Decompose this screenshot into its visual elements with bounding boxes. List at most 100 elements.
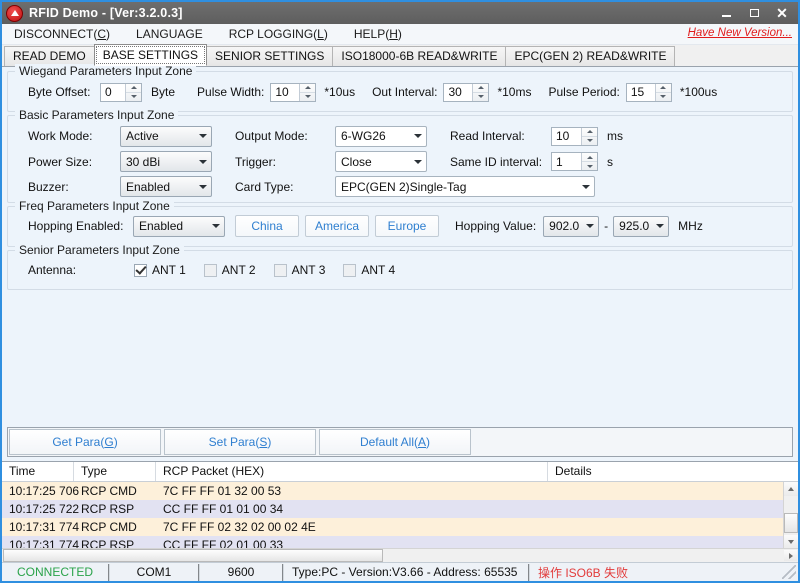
log-column-type[interactable]: Type <box>74 462 156 481</box>
chevron-down-icon[interactable] <box>582 217 598 236</box>
log-header-row: Time Type RCP Packet (HEX) Details <box>2 462 798 482</box>
tab-read-demo[interactable]: READ DEMO <box>4 46 95 66</box>
chevron-down-icon[interactable] <box>195 177 211 196</box>
region-europe-button[interactable]: Europe <box>375 215 439 237</box>
byte-offset-stepper[interactable] <box>100 82 142 102</box>
pulse-width-input[interactable] <box>271 83 300 101</box>
log-vertical-scrollbar[interactable] <box>783 482 798 549</box>
checkbox-icon[interactable] <box>273 263 287 277</box>
pulse-width-stepper[interactable] <box>270 82 317 102</box>
antenna-4-label: ANT 4 <box>361 263 396 277</box>
power-size-value: 30 dBi <box>126 154 161 169</box>
log-column-packet[interactable]: RCP Packet (HEX) <box>156 462 548 481</box>
set-para-button[interactable]: Set Para(S) <box>164 429 316 455</box>
chevron-down-icon[interactable] <box>195 127 211 146</box>
hopping-max-value: 925.0 <box>619 219 650 233</box>
menu-item-rcp-logging[interactable]: RCP LOGGING(L) <box>229 27 328 41</box>
hscroll-thumb[interactable] <box>3 549 383 562</box>
log-horizontal-scrollbar[interactable] <box>2 548 798 562</box>
tab-senior-settings[interactable]: SENIOR SETTINGS <box>206 46 334 66</box>
card-type-select[interactable]: EPC(GEN 2)Single-Tag <box>335 176 595 197</box>
antenna-3-checkbox[interactable]: ANT 3 <box>273 263 325 277</box>
same-id-interval-arrows[interactable] <box>581 153 597 170</box>
scroll-up-icon[interactable] <box>784 482 798 496</box>
hopping-min-select[interactable]: 902.0 <box>543 215 600 237</box>
tab-iso18000-6b[interactable]: ISO18000-6B READ&WRITE <box>332 46 507 66</box>
chevron-down-icon[interactable] <box>652 217 668 236</box>
output-mode-select[interactable]: 6-WG26 <box>335 125 427 147</box>
hopping-max-select[interactable]: 925.0 <box>613 215 670 237</box>
table-row[interactable]: 10:17:25 722 RCP RSP CC FF FF 01 01 00 3… <box>2 500 798 518</box>
senior-group: Senior Parameters Input Zone Antenna: AN… <box>7 243 793 290</box>
power-size-select[interactable]: 30 dBi <box>120 151 212 172</box>
pulse-width-label: Pulse Width: <box>197 85 265 99</box>
byte-offset-arrows[interactable] <box>125 83 141 101</box>
pulse-period-input[interactable] <box>626 83 655 101</box>
same-id-interval-input[interactable] <box>552 153 581 170</box>
chevron-down-icon[interactable] <box>195 152 211 171</box>
resize-grip[interactable] <box>782 565 796 579</box>
scroll-thumb[interactable] <box>784 513 798 533</box>
same-id-interval-label: Same ID interval: <box>450 154 543 169</box>
default-all-button[interactable]: Default All(A) <box>319 429 471 455</box>
read-interval-label: Read Interval: <box>450 129 525 143</box>
status-baud: 9600 <box>200 563 284 581</box>
chevron-down-icon[interactable] <box>410 152 426 171</box>
table-row[interactable]: 10:17:25 706 RCP CMD 7C FF FF 01 32 00 5… <box>2 482 798 500</box>
work-mode-select[interactable]: Active <box>120 125 212 147</box>
checkbox-icon[interactable] <box>343 263 357 277</box>
trigger-value: Close <box>341 154 372 169</box>
out-interval-input[interactable] <box>444 83 473 101</box>
same-id-interval-stepper[interactable] <box>551 152 598 171</box>
get-para-button[interactable]: Get Para(G) <box>9 429 161 455</box>
menu-item-help[interactable]: HELP(H) <box>354 27 402 41</box>
antenna-4-checkbox[interactable]: ANT 4 <box>343 263 395 277</box>
window-title: RFID Demo - [Ver:3.2.0.3] <box>29 6 183 20</box>
checkbox-icon[interactable] <box>203 263 217 277</box>
pulse-width-arrows[interactable] <box>299 83 316 101</box>
chevron-down-icon[interactable] <box>578 177 594 196</box>
region-china-button[interactable]: China <box>235 215 299 237</box>
byte-offset-input[interactable] <box>101 83 125 101</box>
read-interval-stepper[interactable] <box>551 126 598 146</box>
out-interval-stepper[interactable] <box>443 82 490 102</box>
senior-legend: Senior Parameters Input Zone <box>15 243 184 257</box>
output-mode-label: Output Mode: <box>235 129 308 143</box>
scroll-down-icon[interactable] <box>784 535 798 549</box>
work-mode-label: Work Mode: <box>28 129 93 143</box>
menu-item-disconnect[interactable]: DISCONNECT(C) <box>14 27 110 41</box>
log-cell-time: 10:17:25 722 <box>9 502 80 516</box>
read-interval-arrows[interactable] <box>581 127 597 145</box>
minimize-button[interactable] <box>713 4 739 21</box>
buzzer-select[interactable]: Enabled <box>120 176 212 197</box>
hopping-enabled-select[interactable]: Enabled <box>133 215 225 237</box>
maximize-button[interactable] <box>741 4 767 21</box>
table-row[interactable]: 10:17:31 774 RCP CMD 7C FF FF 02 32 02 0… <box>2 518 798 536</box>
antenna-1-label: ANT 1 <box>152 263 186 277</box>
read-interval-input[interactable] <box>552 127 581 145</box>
menu-item-language[interactable]: LANGUAGE <box>136 27 203 41</box>
log-column-details[interactable]: Details <box>548 462 798 481</box>
out-interval-arrows[interactable] <box>472 83 489 101</box>
status-device-info: Type:PC - Version:V3.66 - Address: 65535 <box>284 563 530 581</box>
new-version-link[interactable]: Have New Version... <box>688 27 792 39</box>
checkbox-icon[interactable] <box>134 263 147 277</box>
trigger-select[interactable]: Close <box>335 151 427 172</box>
chevron-down-icon[interactable] <box>208 217 224 236</box>
tab-epc-gen2[interactable]: EPC(GEN 2) READ&WRITE <box>505 46 676 66</box>
buzzer-label: Buzzer: <box>28 179 69 194</box>
scroll-right-icon[interactable] <box>784 550 797 561</box>
region-america-button[interactable]: America <box>305 215 369 237</box>
hopping-enabled-value: Enabled <box>139 219 184 233</box>
tab-base-settings[interactable]: BASE SETTINGS <box>93 44 208 66</box>
log-cell-details <box>548 500 798 518</box>
chevron-down-icon[interactable] <box>410 127 426 146</box>
antenna-2-checkbox[interactable]: ANT 2 <box>203 263 256 277</box>
pulse-period-arrows[interactable] <box>654 83 671 101</box>
byte-unit-label: Byte <box>151 85 176 99</box>
pulse-period-stepper[interactable] <box>625 82 672 102</box>
antenna-1-checkbox[interactable]: ANT 1 <box>134 263 186 277</box>
tab-strip: READ DEMO BASE SETTINGS SENIOR SETTINGS … <box>2 44 798 67</box>
close-button[interactable]: ✕ <box>769 4 795 21</box>
log-column-time[interactable]: Time <box>2 462 74 481</box>
